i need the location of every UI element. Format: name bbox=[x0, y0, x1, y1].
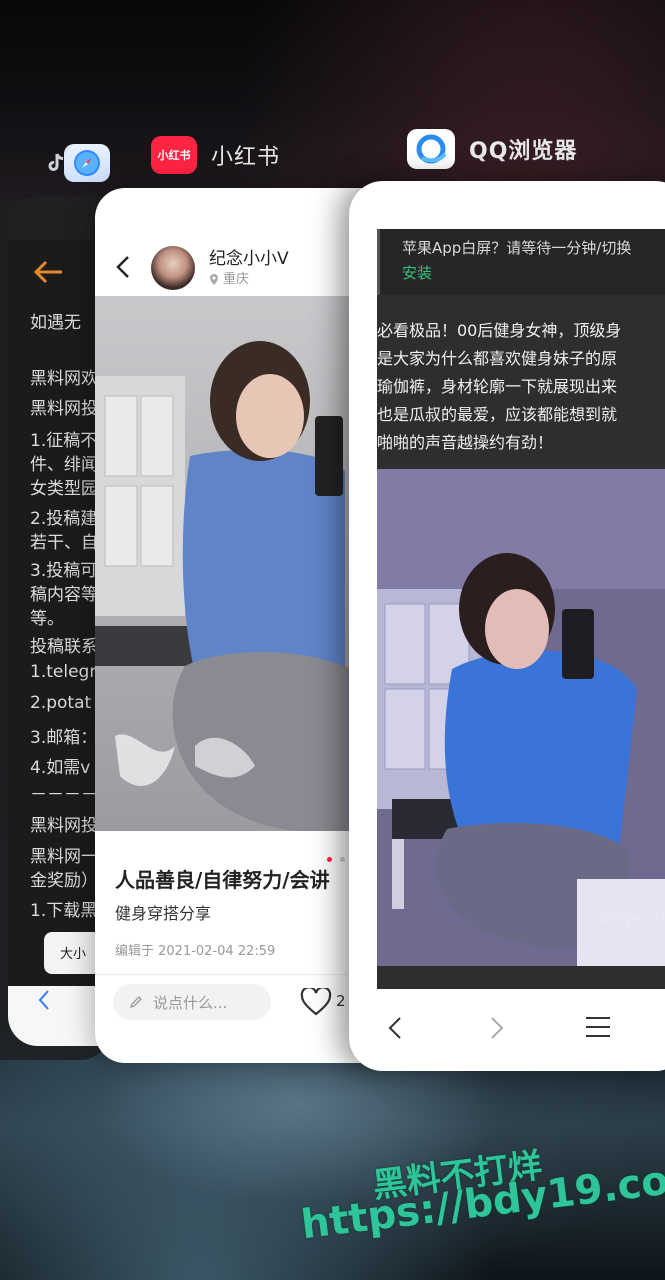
comment-input[interactable]: 说点什么... bbox=[113, 984, 271, 1020]
safari-size-button-label: 大小 bbox=[60, 947, 87, 962]
safari-line: 如遇无 bbox=[30, 313, 81, 333]
location-pin-icon bbox=[209, 271, 219, 290]
safari-line: 黑料网投 bbox=[30, 399, 98, 419]
safari-line: 4.如需v bbox=[30, 758, 91, 778]
comment-placeholder: 说点什么... bbox=[153, 994, 228, 1012]
safari-line: 件、绯闻 bbox=[30, 455, 98, 475]
safari-line: 金奖励） bbox=[30, 871, 98, 891]
safari-line: －－－－ bbox=[30, 785, 98, 805]
article-photo[interactable]: https:// bbox=[377, 469, 665, 966]
banner-text: 苹果App白屏？请等待一分钟/切换 bbox=[402, 239, 632, 257]
safari-line: 1.telegr bbox=[30, 662, 97, 682]
pencil-icon bbox=[129, 994, 143, 1013]
paragraph-line: 是大家为什么都喜欢健身妹子的原 bbox=[377, 349, 618, 368]
safari-line: 黑料网欢 bbox=[30, 369, 98, 389]
safari-back-icon[interactable] bbox=[36, 988, 52, 1016]
xhs-back-icon[interactable] bbox=[115, 254, 131, 284]
paragraph-line: 啪啪的声音越操约有劲！ bbox=[377, 433, 554, 452]
post-tags: 健身穿搭分享 bbox=[115, 904, 212, 923]
xiaohongshu-icon-label: 小红书 bbox=[157, 149, 191, 162]
safari-line: 黑料网投 bbox=[30, 816, 98, 836]
safari-line: 1.下载黑 bbox=[30, 901, 98, 921]
safari-app-header[interactable] bbox=[44, 144, 110, 182]
safari-line: 1.征稿不 bbox=[30, 431, 98, 451]
author-name[interactable]: 纪念小小Ⅴ bbox=[209, 244, 289, 269]
forward-arrow-icon[interactable] bbox=[489, 1015, 505, 1045]
heart-icon[interactable] bbox=[300, 986, 332, 1020]
qq-browser-app-header[interactable]: QQ浏览器 bbox=[407, 129, 577, 169]
post-title: 人品善良/自律努力/会讲 bbox=[115, 868, 330, 892]
avatar[interactable] bbox=[151, 246, 195, 290]
qq-bottom-toolbar bbox=[349, 991, 665, 1071]
paragraph-line: 必看极品！00后健身女神，顶级身 bbox=[377, 321, 622, 340]
tiktok-icon bbox=[44, 151, 68, 175]
paragraph-line: 也是瓜叔的最爱，应该都能想到就 bbox=[377, 405, 618, 424]
like-count: 2 bbox=[336, 992, 346, 1010]
safari-line: 若干、自 bbox=[30, 533, 98, 553]
safari-line: 2.potat bbox=[30, 693, 92, 713]
xiaohongshu-icon[interactable]: 小红书 bbox=[151, 136, 197, 174]
back-arrow-icon[interactable] bbox=[387, 1015, 403, 1045]
menu-icon[interactable] bbox=[585, 1015, 611, 1043]
qq-browser-icon[interactable] bbox=[407, 129, 455, 169]
safari-line: 3.投稿可 bbox=[30, 561, 98, 581]
safari-line: 2.投稿建 bbox=[30, 509, 98, 529]
paragraph-line: 瑜伽裤，身材轮廓一下就展现出来 bbox=[377, 377, 618, 396]
qq-browser-app-name: QQ浏览器 bbox=[469, 139, 578, 164]
safari-line: 稿内容等 bbox=[30, 585, 98, 605]
install-link[interactable]: 安装 bbox=[402, 262, 432, 283]
safari-line: 女类型园 bbox=[30, 479, 98, 499]
safari-line: 3.邮箱： bbox=[30, 728, 98, 748]
image-watermark: https:// bbox=[599, 909, 665, 928]
qq-page-content: 苹果App白屏？请等待一分钟/切换 安装 必看极品！00后健身女神，顶级身 是大… bbox=[377, 229, 665, 989]
install-banner[interactable]: 苹果App白屏？请等待一分钟/切换 安装 bbox=[377, 229, 665, 295]
safari-line: 投稿联系 bbox=[30, 637, 98, 657]
qq-browser-app-card[interactable]: 苹果App白屏？请等待一分钟/切换 安装 必看极品！00后健身女神，顶级身 是大… bbox=[349, 181, 665, 1071]
safari-line: 黑料网一 bbox=[30, 847, 98, 867]
safari-compass-icon[interactable] bbox=[64, 144, 110, 182]
edit-date: 编辑于 2021-02-04 22:59 bbox=[115, 944, 276, 959]
carousel-dots bbox=[327, 847, 346, 866]
author-location: 重庆 bbox=[223, 272, 250, 287]
xiaohongshu-app-name: 小红书 bbox=[211, 145, 281, 170]
safari-line: 等。 bbox=[30, 609, 64, 629]
xiaohongshu-app-header[interactable]: 小红书 小红书 bbox=[151, 136, 280, 174]
